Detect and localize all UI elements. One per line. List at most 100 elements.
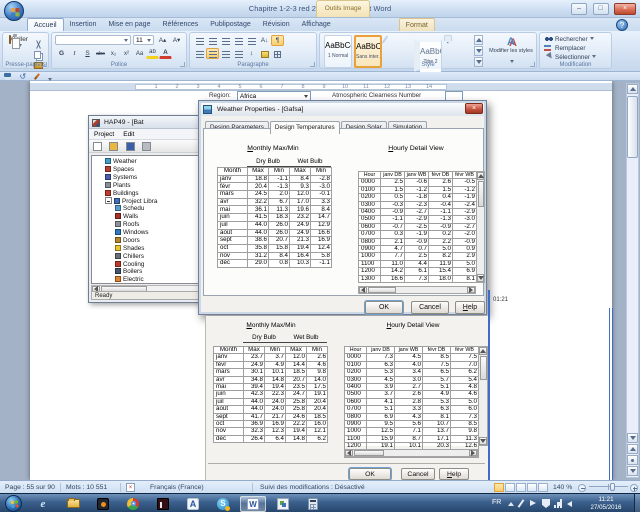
ribbon-tab-affichage[interactable]: Affichage — [296, 18, 337, 31]
fullscreen-view-button[interactable] — [505, 483, 515, 492]
draft-view-button[interactable] — [538, 483, 548, 492]
tray-shield-icon[interactable] — [542, 499, 550, 508]
highlight-button[interactable]: ab — [146, 48, 159, 59]
shading-button[interactable] — [258, 48, 271, 59]
scroll-left-button[interactable] — [359, 287, 367, 293]
image-app-icon[interactable] — [270, 496, 296, 512]
increase-indent-button[interactable] — [245, 35, 258, 46]
console-icon[interactable] — [150, 496, 176, 512]
scroll-down-button[interactable] — [627, 433, 638, 443]
word-title-bar[interactable]: Chapitre 1-2-3 red 27 mai - Microsoft Wo… — [0, 0, 640, 18]
copy-button[interactable] — [34, 46, 48, 56]
weather-properties-dialog[interactable]: Weather Properties - [Gafsa] × Design Pa… — [198, 100, 487, 315]
numbering-button[interactable] — [206, 35, 219, 46]
tray-pen-icon[interactable] — [518, 499, 525, 508]
hidden-icons-arrow-icon[interactable] — [508, 502, 514, 506]
ie-icon[interactable]: e — [30, 496, 56, 512]
bold-button[interactable]: G — [55, 48, 68, 59]
scrollbar-thumb[interactable] — [368, 287, 396, 293]
bullets-button[interactable] — [193, 35, 206, 46]
start-button[interactable] — [5, 495, 22, 512]
pilcrow-button[interactable]: ¶ — [271, 35, 284, 46]
superscript-button[interactable]: x² — [120, 48, 133, 59]
line-spacing-button[interactable]: ↕ — [245, 48, 258, 59]
language-indicator[interactable]: Français (France) — [150, 484, 204, 491]
word-count[interactable]: Mots : 10 551 — [66, 484, 107, 491]
multilevel-list-button[interactable] — [219, 35, 232, 46]
ribbon-tab-insertion[interactable]: Insertion — [64, 18, 103, 31]
skype-icon[interactable]: S — [210, 496, 236, 512]
menu-edit[interactable]: Edit — [123, 131, 134, 138]
shrink-font-button[interactable]: A▾ — [170, 35, 183, 46]
zoom-level[interactable]: 140 % — [553, 484, 572, 491]
dialog-launcher[interactable] — [42, 62, 47, 67]
font-size-combo[interactable]: 11 — [133, 35, 154, 45]
previous-page-button[interactable] — [627, 444, 638, 454]
cut-button[interactable] — [34, 36, 48, 46]
office-button[interactable] — [4, 1, 24, 21]
volume-icon[interactable] — [567, 501, 572, 507]
new-document-icon[interactable] — [93, 142, 102, 151]
maximize-button[interactable]: □ — [593, 3, 609, 15]
print-layout-view-button[interactable] — [494, 483, 504, 492]
dialog-launcher[interactable] — [530, 62, 535, 67]
scroll-up-button[interactable] — [627, 84, 638, 94]
style-chip-titre-1[interactable]: AaBbCTitre 1 — [382, 35, 389, 44]
open-icon[interactable] — [109, 142, 118, 151]
justify-button[interactable] — [232, 48, 245, 59]
print-icon[interactable] — [142, 142, 151, 151]
word-icon[interactable]: W — [240, 496, 266, 512]
show-desktop-button[interactable] — [634, 494, 640, 512]
scroll-right-button[interactable] — [467, 287, 475, 293]
rechercher-button[interactable]: Rechercher — [540, 35, 611, 44]
clock[interactable]: 11:21 27/05/2016 — [582, 496, 630, 511]
help-button[interactable]: ? — [616, 19, 628, 31]
document-scrollbar[interactable] — [626, 83, 639, 478]
gallery-down-button[interactable] — [474, 46, 483, 56]
zoom-out-button[interactable] — [578, 484, 586, 492]
pen-icon[interactable] — [34, 73, 40, 80]
select-browse-object-button[interactable] — [627, 455, 638, 465]
explorer-icon[interactable] — [60, 496, 86, 512]
dialog-launcher[interactable] — [310, 62, 315, 67]
dialog-title-bar[interactable]: Weather Properties - [Gafsa] — [201, 103, 484, 116]
borders-button[interactable] — [271, 48, 284, 59]
track-changes-indicator[interactable]: Suivi des modifications : Désactivé — [260, 484, 365, 491]
help-button[interactable]: Help — [455, 301, 485, 314]
underline-button[interactable]: S — [81, 48, 94, 59]
subscript-button[interactable]: x₂ — [107, 48, 120, 59]
style-chip-titre-3[interactable]: AaBbCcITitre 3 — [444, 35, 452, 44]
font-name-combo[interactable] — [55, 35, 131, 45]
ribbon-tab-mise-en-page[interactable]: Mise en page — [102, 18, 156, 31]
save-icon[interactable] — [4, 73, 11, 80]
media-player-icon[interactable] — [90, 496, 116, 512]
ribbon-tab-r-f-rences[interactable]: Références — [156, 18, 204, 31]
save-icon[interactable] — [126, 142, 135, 151]
outline-view-button[interactable] — [527, 483, 537, 492]
ribbon-tab-publipostage[interactable]: Publipostage — [204, 18, 256, 31]
web-layout-view-button[interactable] — [516, 483, 526, 492]
a-app-icon[interactable]: A — [180, 496, 206, 512]
ribbon-tab-format[interactable]: Format — [399, 18, 435, 31]
tray-media-icon[interactable] — [530, 500, 536, 506]
chrome-icon[interactable] — [120, 496, 146, 512]
scrollbar-thumb[interactable] — [478, 181, 484, 207]
cancel-button[interactable]: Cancel — [411, 301, 449, 314]
tree-expander[interactable] — [105, 197, 112, 204]
horizontal-ruler[interactable]: 1234567891011121314 — [30, 83, 612, 91]
sort-button[interactable]: A↓ — [258, 35, 271, 46]
italic-button[interactable]: I — [68, 48, 81, 59]
minimize-button[interactable]: – — [571, 3, 587, 15]
scroll-up-button[interactable] — [477, 172, 484, 180]
dialog-launcher[interactable] — [180, 62, 185, 67]
zoom-slider-thumb[interactable] — [610, 483, 615, 491]
hourly-horizontal-scrollbar[interactable] — [358, 286, 476, 294]
ribbon-tab-r-vision[interactable]: Révision — [257, 18, 296, 31]
calculator-icon[interactable] — [300, 496, 326, 512]
grow-font-button[interactable]: A▴ — [156, 35, 169, 46]
ok-button[interactable]: OK — [365, 301, 403, 314]
change-case-button[interactable]: Aa — [133, 48, 146, 59]
font-color-button[interactable]: A — [159, 48, 172, 59]
strikethrough-button[interactable]: abc — [94, 48, 107, 59]
dialog-close-button[interactable]: × — [465, 103, 483, 114]
